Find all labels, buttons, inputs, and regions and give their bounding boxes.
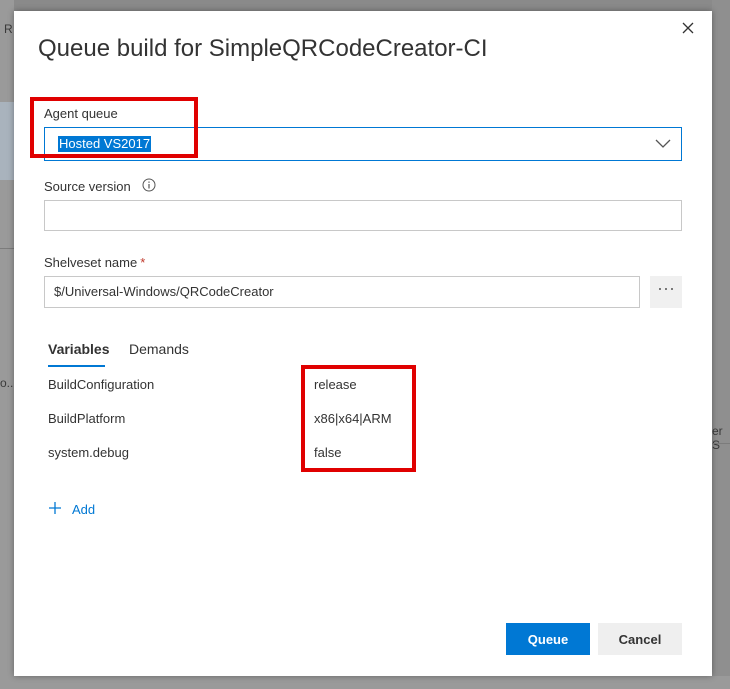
add-variable-label: Add [72, 502, 96, 517]
background-text-fragment: er S [712, 424, 723, 452]
background-page-right [712, 0, 730, 689]
background-page-bottom [0, 676, 730, 689]
variable-value[interactable]: false [314, 445, 341, 460]
source-version-input[interactable] [44, 200, 682, 231]
shelveset-name-label: Shelveset name * [44, 255, 145, 270]
cancel-button[interactable]: Cancel [598, 623, 682, 655]
agent-queue-select[interactable]: Hosted VS2017 [44, 127, 682, 161]
variable-name[interactable]: system.debug [48, 445, 129, 460]
agent-queue-label: Agent queue [44, 106, 118, 121]
queue-build-dialog: Queue build for SimpleQRCodeCreator-CI A… [14, 11, 712, 676]
dialog-title: Queue build for SimpleQRCodeCreator-CI [38, 35, 488, 62]
variable-name[interactable]: BuildPlatform [48, 411, 125, 426]
tab-demands[interactable]: Demands [129, 341, 189, 357]
background-text-fragment: R [4, 22, 13, 36]
info-icon[interactable] [142, 178, 156, 192]
tab-variables[interactable]: Variables [48, 341, 110, 357]
variable-name[interactable]: BuildConfiguration [48, 377, 154, 392]
shelveset-label-text: Shelveset name [44, 255, 138, 270]
browse-shelveset-button[interactable]: ··· [650, 276, 682, 308]
active-tab-indicator [48, 365, 105, 367]
variable-value[interactable]: x86|x64|ARM [314, 411, 392, 426]
agent-queue-value: Hosted VS2017 [58, 136, 152, 152]
close-icon[interactable] [678, 18, 698, 38]
required-marker: * [140, 255, 146, 270]
background-divider [712, 443, 730, 444]
shelveset-name-input[interactable]: $/Universal-Windows/QRCodeCreator [44, 276, 640, 308]
background-selected-row [0, 102, 14, 180]
background-divider [0, 248, 14, 249]
chevron-down-icon[interactable] [655, 137, 671, 149]
plus-icon [49, 502, 61, 514]
variable-value[interactable]: release [314, 377, 357, 392]
source-version-label: Source version [44, 179, 131, 194]
queue-button[interactable]: Queue [506, 623, 590, 655]
